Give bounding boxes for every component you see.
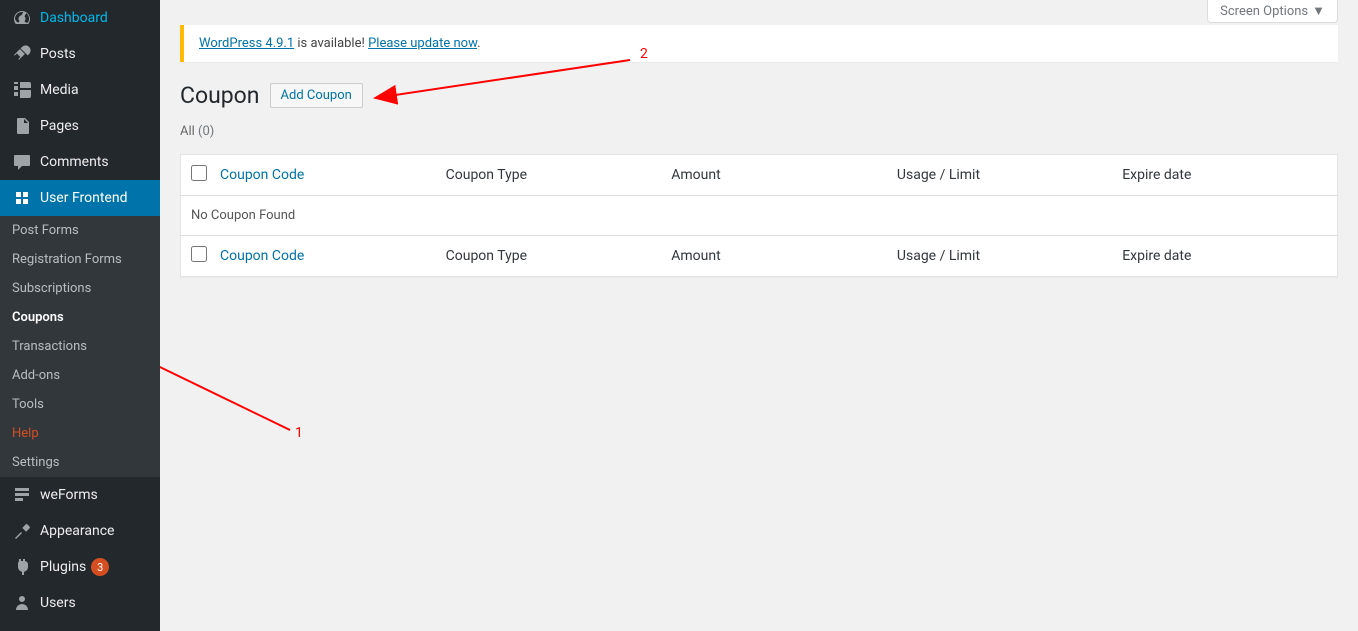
submenu-item-registration-forms[interactable]: Registration Forms xyxy=(0,245,160,274)
pages-icon xyxy=(12,116,32,136)
th-coupon-type: Coupon Type xyxy=(436,155,662,196)
chevron-down-icon: ▼ xyxy=(1312,3,1325,19)
th-expire-date: Expire date xyxy=(1112,155,1337,196)
select-all-checkbox[interactable] xyxy=(191,165,207,181)
submenu-item-add-ons[interactable]: Add-ons xyxy=(0,361,160,390)
select-all-header xyxy=(181,155,211,196)
main-content: Screen Options ▼ WordPress 4.9.1 is avai… xyxy=(160,0,1358,631)
page-title: Coupon xyxy=(180,82,260,109)
sidebar-item-weforms[interactable]: weForms xyxy=(0,477,160,513)
tf-amount: Amount xyxy=(661,236,887,277)
sidebar-item-users[interactable]: Users xyxy=(0,585,160,621)
update-notice: WordPress 4.9.1 is available! Please upd… xyxy=(180,25,1338,62)
sidebar-item-comments[interactable]: Comments xyxy=(0,144,160,180)
filter-all-label[interactable]: All xyxy=(180,124,195,139)
admin-sidebar: Dashboard Posts Media Pages Comments Use… xyxy=(0,0,160,631)
coupon-table: Coupon Code Coupon Type Amount Usage / L… xyxy=(180,154,1338,277)
weforms-icon xyxy=(12,485,32,505)
add-coupon-button[interactable]: Add Coupon xyxy=(270,83,363,108)
tf-coupon-code[interactable]: Coupon Code xyxy=(220,248,304,264)
submenu-item-subscriptions[interactable]: Subscriptions xyxy=(0,274,160,303)
sidebar-item-user-frontend[interactable]: User Frontend xyxy=(0,180,160,216)
plugins-update-count: 3 xyxy=(91,558,109,576)
sidebar-item-label: Users xyxy=(40,595,76,611)
dashboard-icon xyxy=(12,8,32,28)
th-amount: Amount xyxy=(661,155,887,196)
appearance-icon xyxy=(12,521,32,541)
empty-message: No Coupon Found xyxy=(181,196,1338,236)
sidebar-item-label: Dashboard xyxy=(40,10,108,26)
sidebar-item-label: Pages xyxy=(40,118,79,134)
submenu-item-tools[interactable]: Tools xyxy=(0,390,160,419)
annotation-label-1: 1 xyxy=(295,425,303,441)
sidebar-item-label: Appearance xyxy=(40,523,114,539)
sidebar-item-label: Media xyxy=(40,82,79,98)
sidebar-item-pages[interactable]: Pages xyxy=(0,108,160,144)
sidebar-item-plugins[interactable]: Plugins 3 xyxy=(0,549,160,585)
filter-links: All (0) xyxy=(180,124,1338,139)
media-icon xyxy=(12,80,32,100)
th-coupon-code[interactable]: Coupon Code xyxy=(220,167,304,183)
select-all-footer xyxy=(181,236,211,277)
comments-icon xyxy=(12,152,32,172)
pin-icon xyxy=(12,44,32,64)
notice-period: . xyxy=(477,36,480,51)
sidebar-item-label: User Frontend xyxy=(40,190,127,206)
screen-options-label: Screen Options xyxy=(1220,4,1308,19)
sidebar-item-label: Posts xyxy=(40,46,76,62)
tf-expire-date: Expire date xyxy=(1112,236,1337,277)
notice-update-link[interactable]: Please update now xyxy=(368,36,477,51)
submenu-item-transactions[interactable]: Transactions xyxy=(0,332,160,361)
table-row-empty: No Coupon Found xyxy=(181,196,1338,236)
submenu-item-settings[interactable]: Settings xyxy=(0,448,160,477)
plugins-icon xyxy=(12,557,32,577)
submenu-item-coupons[interactable]: Coupons xyxy=(0,303,160,332)
users-icon xyxy=(12,593,32,613)
th-usage-limit: Usage / Limit xyxy=(887,155,1112,196)
submenu-item-post-forms[interactable]: Post Forms xyxy=(0,216,160,245)
submenu-item-help[interactable]: Help xyxy=(0,419,160,448)
notice-text: is available! xyxy=(294,36,368,51)
user-frontend-icon xyxy=(12,188,32,208)
sidebar-item-label: Plugins xyxy=(40,559,86,575)
sidebar-item-dashboard[interactable]: Dashboard xyxy=(0,0,160,36)
select-all-checkbox-footer[interactable] xyxy=(191,246,207,262)
tf-coupon-type: Coupon Type xyxy=(436,236,662,277)
notice-version-link[interactable]: WordPress 4.9.1 xyxy=(199,36,294,51)
sidebar-item-posts[interactable]: Posts xyxy=(0,36,160,72)
tf-usage-limit: Usage / Limit xyxy=(887,236,1112,277)
page-header: Coupon Add Coupon xyxy=(180,82,1338,109)
sidebar-item-label: weForms xyxy=(40,487,98,503)
filter-all-count: (0) xyxy=(198,124,214,139)
sidebar-item-appearance[interactable]: Appearance xyxy=(0,513,160,549)
screen-options-button[interactable]: Screen Options ▼ xyxy=(1207,0,1338,23)
submenu-user-frontend: Post Forms Registration Forms Subscripti… xyxy=(0,216,160,477)
sidebar-item-media[interactable]: Media xyxy=(0,72,160,108)
sidebar-item-label: Comments xyxy=(40,154,109,170)
